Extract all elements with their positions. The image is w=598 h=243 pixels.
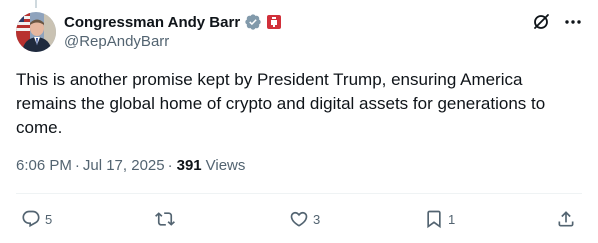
meta-separator: · — [74, 157, 80, 174]
like-button[interactable]: 3 — [289, 207, 320, 231]
tweet-text: This is another promise kept by Presiden… — [16, 70, 546, 137]
avatar[interactable] — [16, 12, 56, 52]
views-label: Views — [205, 157, 246, 174]
retweet-button[interactable] — [155, 207, 179, 231]
reply-icon — [21, 209, 41, 229]
verified-badge-icon[interactable] — [244, 13, 262, 31]
tweet-actions-bar: 5 3 1 — [0, 207, 598, 231]
bookmark-button[interactable]: 1 — [424, 207, 455, 231]
meta-separator: · — [167, 157, 173, 174]
more-icon[interactable] — [564, 13, 582, 31]
tweet-top-actions — [532, 12, 582, 32]
retweet-icon — [155, 209, 175, 229]
tweet-meta: 6:06 PM · Jul 17, 2025 · 391 Views — [16, 157, 245, 174]
views-count: 391 — [176, 157, 202, 174]
author-name-row: Congressman Andy Barr — [64, 12, 282, 32]
bookmark-icon — [424, 209, 444, 229]
like-icon — [289, 209, 309, 229]
bookmark-count: 1 — [448, 211, 456, 227]
government-affiliation-icon[interactable] — [266, 14, 282, 30]
divider — [16, 193, 582, 194]
grok-icon[interactable] — [532, 13, 550, 31]
reply-button[interactable]: 5 — [21, 207, 52, 231]
tweet-date[interactable]: Jul 17, 2025 — [83, 157, 165, 174]
avatar-photo — [16, 12, 56, 52]
author-display-name[interactable]: Congressman Andy Barr — [64, 14, 240, 31]
reply-count: 5 — [45, 211, 53, 227]
share-icon — [556, 209, 576, 229]
share-button[interactable] — [556, 207, 576, 231]
tweet-time[interactable]: 6:06 PM — [16, 157, 72, 174]
like-count: 3 — [313, 211, 321, 227]
author-handle[interactable]: @RepAndyBarr — [64, 33, 169, 50]
thread-connector-line — [35, 0, 37, 8]
